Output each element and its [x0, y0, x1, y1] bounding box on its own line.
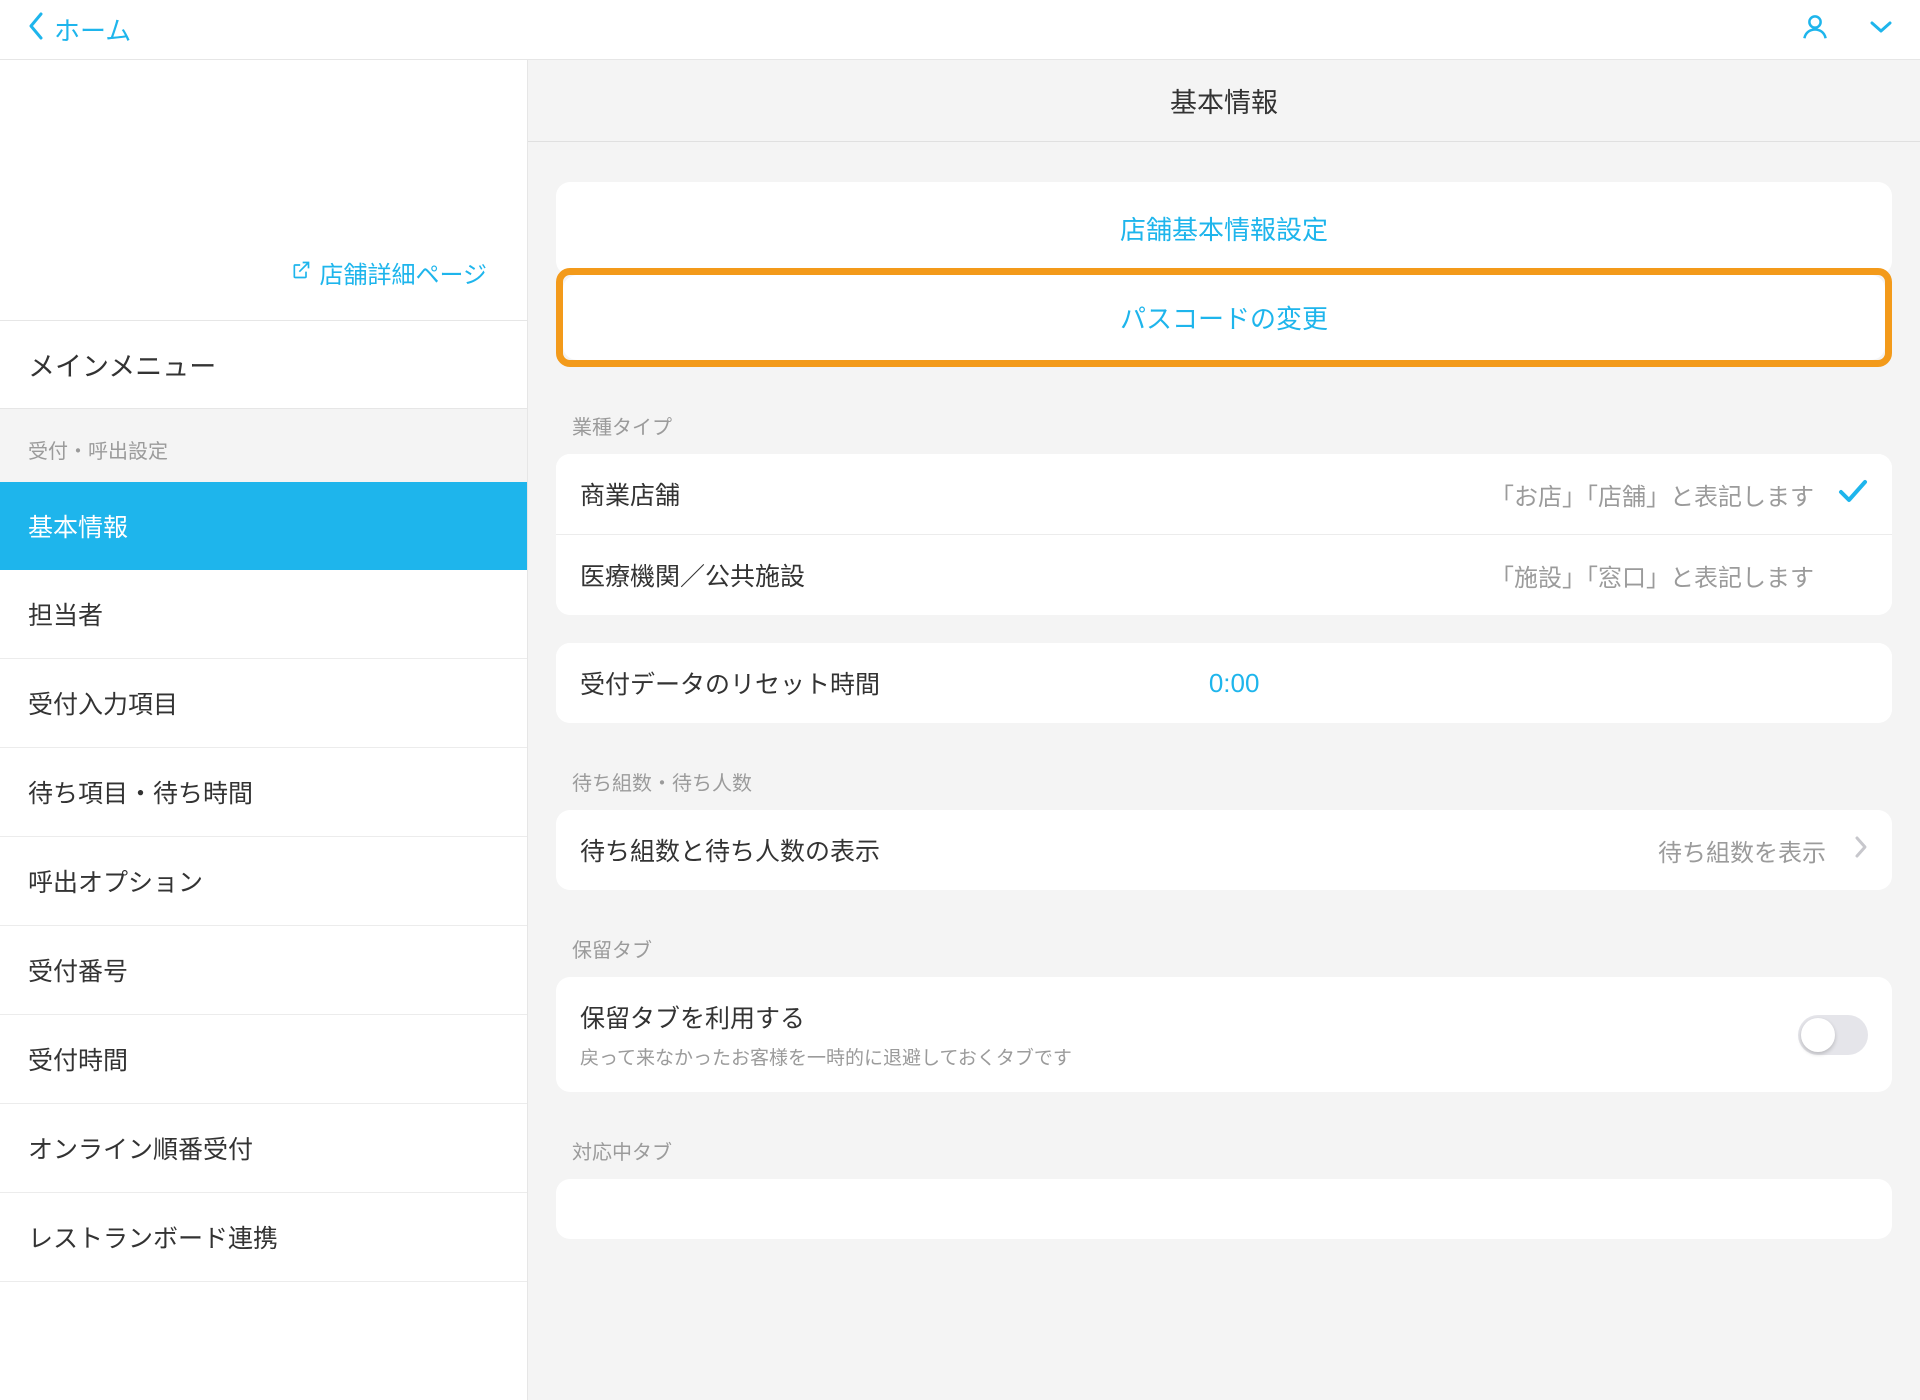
store-detail-link[interactable]: 店舗詳細ページ — [291, 255, 487, 290]
hold-tab-card: 保留タブを利用する 戻って来なかったお客様を一時的に退避しておくタブです — [556, 977, 1892, 1092]
topbar-right — [1800, 12, 1892, 47]
row-label: 保留タブを利用する — [580, 999, 1072, 1035]
sidebar-item-basic-info[interactable]: 基本情報 — [0, 482, 527, 570]
sidebar: 店舗詳細ページ メインメニュー 受付・呼出設定 基本情報 担当者 受付入力項目 … — [0, 60, 528, 1400]
row-subtext: 戻って来なかったお客様を一時的に退避しておくタブです — [580, 1043, 1072, 1070]
business-type-medical[interactable]: 医療機関／公共施設 「施設」「窓口」と表記します — [556, 535, 1892, 615]
sidebar-item-restaurant-board[interactable]: レストランボード連携 — [0, 1193, 527, 1282]
row-label: 商業店舗 — [580, 476, 680, 512]
sidebar-item-reception-number[interactable]: 受付番号 — [0, 926, 527, 1015]
row-desc: 「お店」「店舗」と表記します — [1490, 477, 1838, 512]
wait-display-row[interactable]: 待ち組数と待ち人数の表示 待ち組数を表示 — [556, 810, 1892, 890]
row-label: 医療機関／公共施設 — [580, 557, 805, 593]
link-card: 店舗基本情報設定 — [556, 182, 1892, 275]
sidebar-item-reception-time[interactable]: 受付時間 — [0, 1015, 527, 1104]
top-bar: ホーム — [0, 0, 1920, 60]
passcode-change-link[interactable]: パスコードの変更 — [563, 275, 1885, 360]
toggle-knob — [1801, 1018, 1835, 1052]
sidebar-main-menu[interactable]: メインメニュー — [0, 320, 527, 409]
sidebar-group-label: 受付・呼出設定 — [0, 409, 527, 482]
page-title: 基本情報 — [528, 60, 1920, 142]
reset-time-card: 受付データのリセット時間 0:00 — [556, 643, 1892, 723]
back-button[interactable]: ホーム — [28, 11, 131, 48]
passcode-change-highlight: パスコードの変更 — [556, 268, 1892, 367]
business-type-commercial[interactable]: 商業店舗 「お店」「店舗」と表記します — [556, 454, 1892, 535]
store-basic-settings-link[interactable]: 店舗基本情報設定 — [556, 182, 1892, 275]
serving-tab-card — [556, 1179, 1892, 1239]
sidebar-item-online-queue[interactable]: オンライン順番受付 — [0, 1104, 527, 1193]
row-label: 待ち組数と待ち人数の表示 — [580, 832, 880, 868]
hold-tab-toggle[interactable] — [1798, 1015, 1868, 1055]
reset-time-row[interactable]: 受付データのリセット時間 0:00 — [556, 643, 1892, 723]
sidebar-item-call-options[interactable]: 呼出オプション — [0, 837, 527, 926]
external-link-icon — [291, 259, 311, 287]
reset-time-value: 0:00 — [1209, 668, 1260, 699]
back-label: ホーム — [54, 11, 131, 48]
sidebar-item-input-fields[interactable]: 受付入力項目 — [0, 659, 527, 748]
main-content: 基本情報 店舗基本情報設定 パスコードの変更 業種タイプ 商業店舗 「お店」「店… — [528, 60, 1920, 1400]
business-type-card: 商業店舗 「お店」「店舗」と表記します 医療機関／公共施設 「施設」「窓口」と表… — [556, 454, 1892, 615]
wait-display-value: 待ち組数を表示 — [1658, 833, 1844, 868]
chevron-left-icon — [28, 12, 44, 47]
store-detail-link-label: 店舗詳細ページ — [319, 255, 487, 290]
row-desc: 「施設」「窓口」と表記します — [1490, 558, 1838, 593]
hold-section-label: 保留タブ — [556, 890, 1892, 977]
sidebar-item-wait-items[interactable]: 待ち項目・待ち時間 — [0, 748, 527, 837]
chevron-down-icon[interactable] — [1870, 20, 1892, 39]
sidebar-item-staff[interactable]: 担当者 — [0, 570, 527, 659]
hold-tab-row[interactable]: 保留タブを利用する 戻って来なかったお客様を一時的に退避しておくタブです — [556, 977, 1892, 1092]
row-label: 受付データのリセット時間 — [580, 665, 880, 701]
wait-section-label: 待ち組数・待ち人数 — [556, 723, 1892, 810]
wait-display-card: 待ち組数と待ち人数の表示 待ち組数を表示 — [556, 810, 1892, 890]
serving-section-label: 対応中タブ — [556, 1092, 1892, 1179]
checkmark-icon — [1838, 478, 1868, 511]
user-icon[interactable] — [1800, 12, 1830, 47]
sidebar-header-area: 店舗詳細ページ — [0, 60, 527, 320]
chevron-right-icon — [1854, 835, 1868, 866]
business-type-label: 業種タイプ — [556, 367, 1892, 454]
